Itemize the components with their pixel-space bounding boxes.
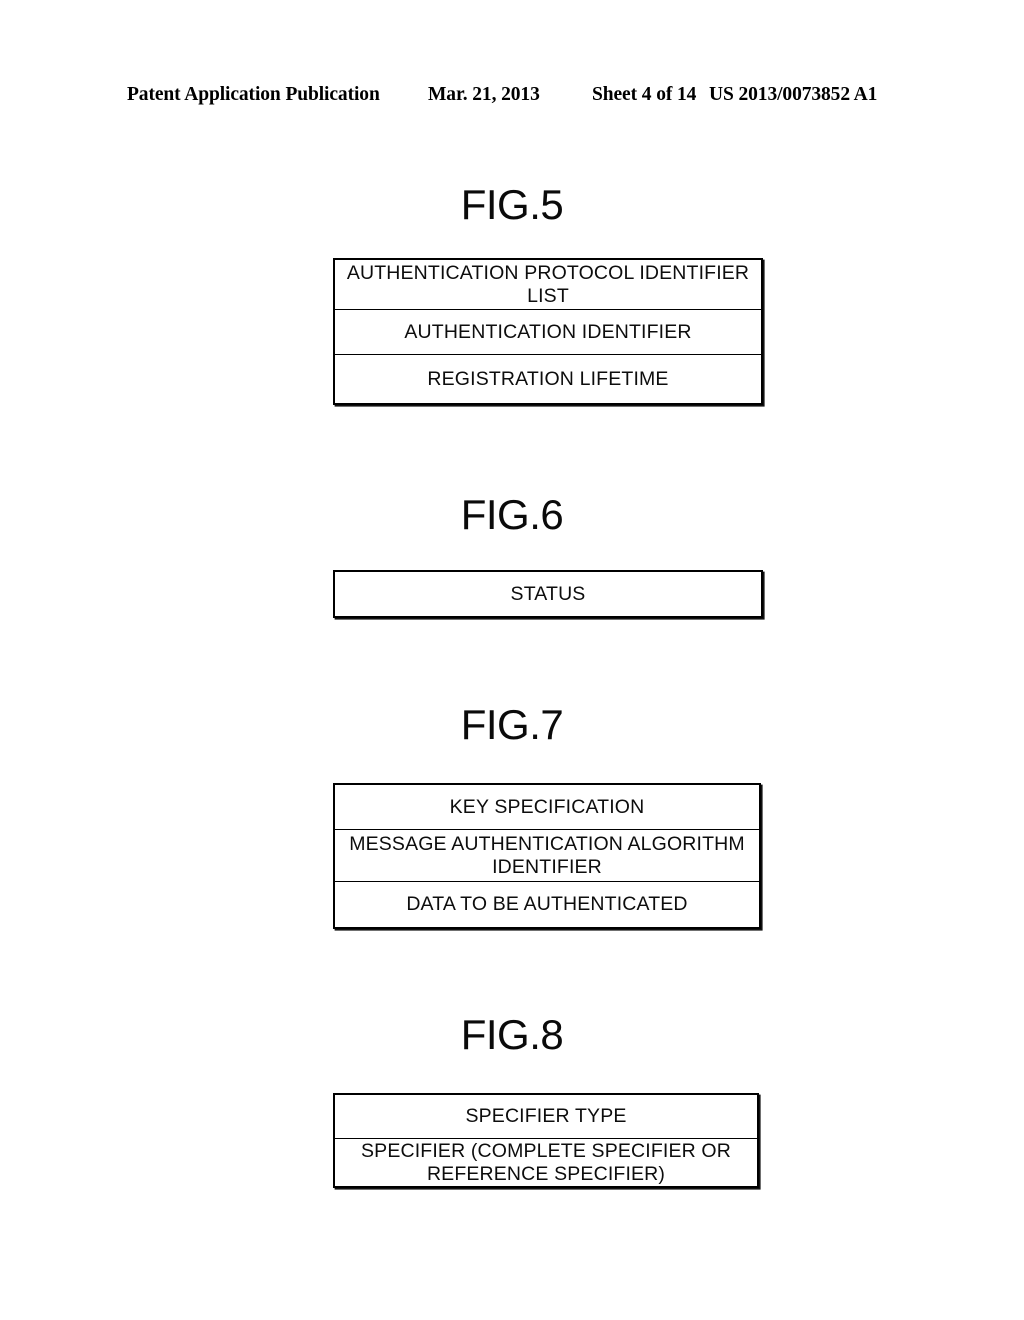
table-row: AUTHENTICATION IDENTIFIER (335, 310, 761, 355)
figure-title-fig8: FIG.8 (460, 1011, 564, 1058)
row-label: SPECIFIER (COMPLETE SPECIFIER OR REFEREN… (361, 1140, 731, 1185)
table-row: AUTHENTICATION PROTOCOL IDENTIFIER LIST (335, 260, 761, 310)
row-label: AUTHENTICATION PROTOCOL IDENTIFIER LIST (346, 262, 750, 307)
figure-title-fig5: FIG.5 (460, 181, 564, 228)
table-row: MESSAGE AUTHENTICATION ALGORITHM IDENTIF… (335, 830, 759, 882)
row-label: SPECIFIER TYPE (465, 1105, 627, 1128)
table-row: DATA TO BE AUTHENTICATED (335, 882, 759, 927)
header-date-label: Mar. 21, 2013 (428, 84, 540, 105)
table-row: REGISTRATION LIFETIME (335, 355, 761, 403)
figure-diagram-fig8: SPECIFIER TYPE SPECIFIER (COMPLETE SPECI… (333, 1093, 759, 1188)
figure-title-fig7: FIG.7 (460, 701, 564, 748)
table-row: SPECIFIER (COMPLETE SPECIFIER OR REFEREN… (335, 1139, 757, 1186)
row-label: MESSAGE AUTHENTICATION ALGORITHM IDENTIF… (349, 833, 745, 878)
table-row: SPECIFIER TYPE (335, 1095, 757, 1139)
figure-diagram-fig7: KEY SPECIFICATION MESSAGE AUTHENTICATION… (333, 783, 761, 929)
figure-diagram-fig5: AUTHENTICATION PROTOCOL IDENTIFIER LIST … (333, 258, 763, 405)
page-header: Patent Application Publication Mar. 21, … (0, 84, 1024, 110)
header-sheet-label: Sheet 4 of 14 (592, 84, 697, 105)
row-label: REGISTRATION LIFETIME (427, 367, 669, 390)
row-label: AUTHENTICATION IDENTIFIER (404, 320, 692, 343)
figure-title-fig6: FIG.6 (460, 491, 564, 538)
header-document-number: US 2013/0073852 A1 (709, 84, 878, 105)
table-row: STATUS (335, 572, 761, 616)
header-publication-label: Patent Application Publication (127, 84, 380, 105)
row-label: DATA TO BE AUTHENTICATED (406, 893, 688, 916)
row-label: KEY SPECIFICATION (449, 795, 645, 818)
figure-diagram-fig6: STATUS (333, 570, 763, 618)
table-row: KEY SPECIFICATION (335, 785, 759, 830)
row-label: STATUS (510, 582, 586, 605)
